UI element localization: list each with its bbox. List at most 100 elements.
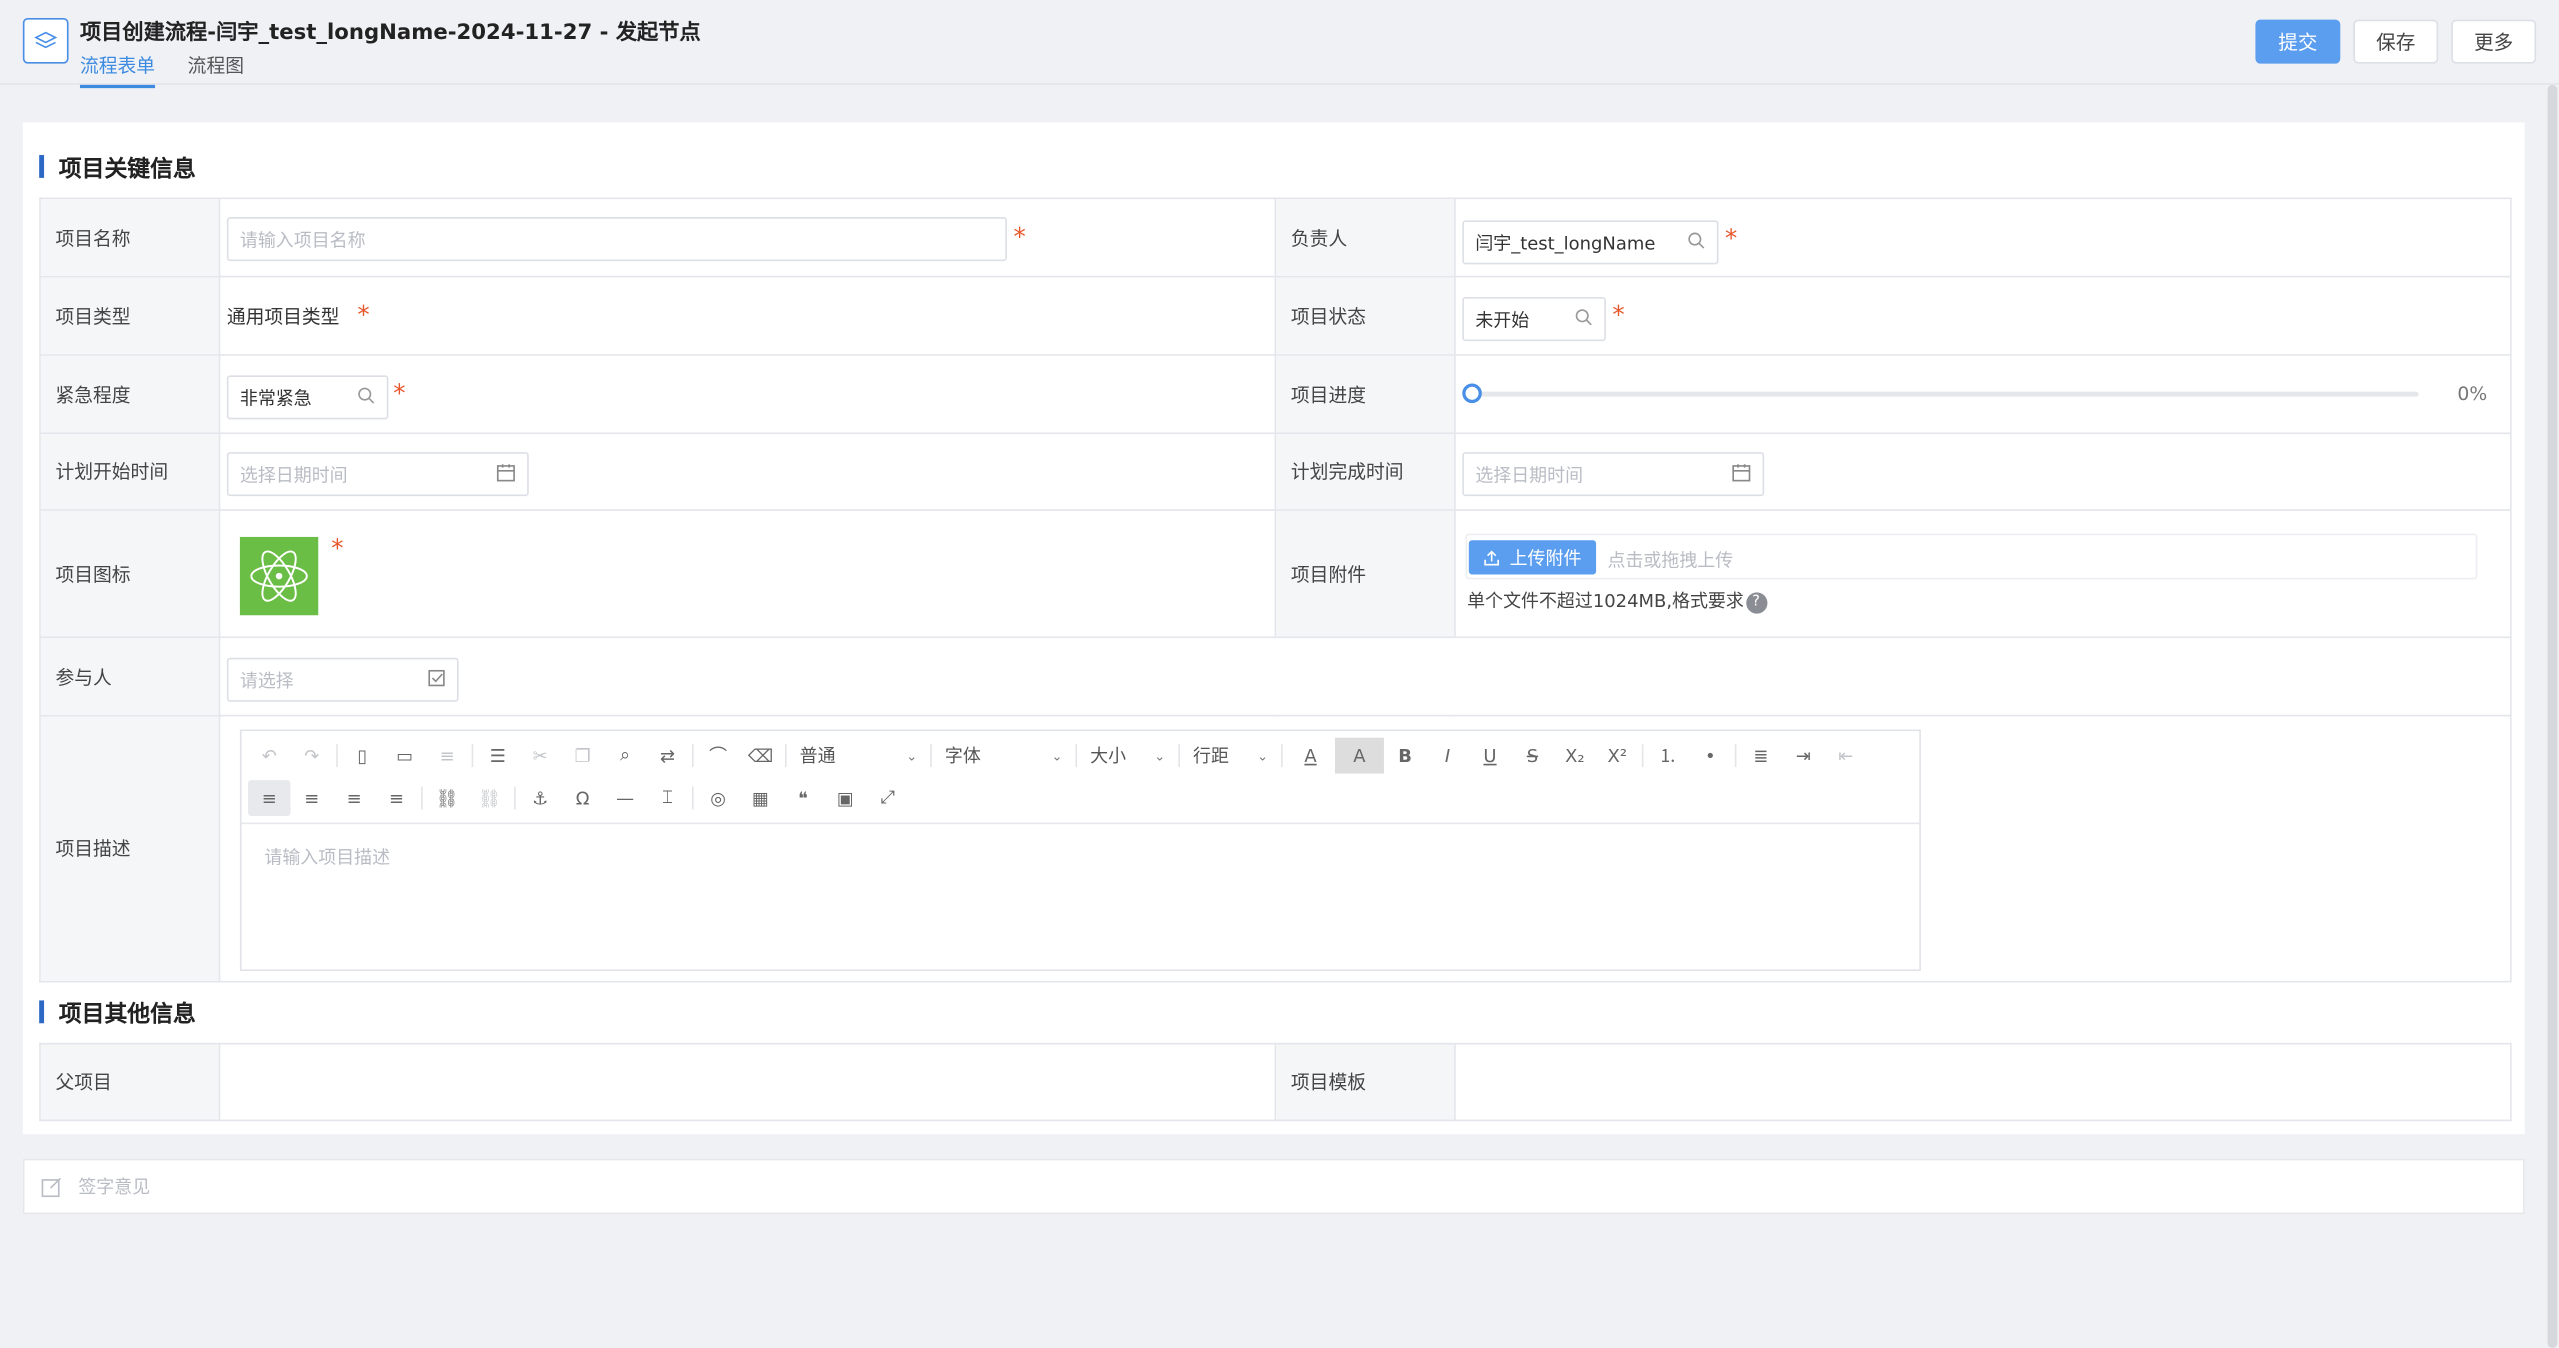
checklist-icon[interactable]: ☰ bbox=[477, 738, 519, 774]
urgency-select[interactable]: 非常紧急 bbox=[226, 375, 389, 420]
eraser-icon[interactable]: ⌫ bbox=[739, 738, 781, 774]
required-mark: * bbox=[1013, 221, 1026, 252]
underline-button[interactable]: U bbox=[1469, 738, 1511, 774]
plan-start-datepicker[interactable]: 选择日期时间 bbox=[226, 452, 529, 497]
field-label-parent: 父项目 bbox=[39, 1042, 221, 1122]
format-icon[interactable]: ≡ bbox=[426, 738, 468, 774]
bold-button[interactable]: B bbox=[1384, 738, 1426, 774]
italic-button[interactable]: I bbox=[1426, 738, 1468, 774]
calendar-icon[interactable] bbox=[1732, 462, 1752, 486]
bullet-list-icon[interactable]: • bbox=[1689, 738, 1731, 774]
status-value: 未开始 bbox=[1475, 309, 1530, 331]
project-template-field[interactable] bbox=[1454, 1042, 2512, 1122]
search-icon[interactable]: ⌕ bbox=[604, 738, 646, 774]
ordered-list-icon[interactable]: ⒈ bbox=[1647, 738, 1689, 774]
submit-button[interactable]: 提交 bbox=[2255, 19, 2341, 64]
field-label-description: 项目描述 bbox=[39, 714, 221, 983]
align-left-icon[interactable]: ≡ bbox=[248, 780, 291, 816]
link-icon[interactable]: ⛓ bbox=[426, 780, 468, 816]
status-select[interactable]: 未开始 bbox=[1462, 297, 1606, 342]
upload-drop-hint: 点击或拖拽上传 bbox=[1607, 549, 1734, 572]
progress-slider-track[interactable] bbox=[1472, 391, 2419, 397]
tab-flowchart[interactable]: 流程图 bbox=[188, 52, 244, 85]
image-icon[interactable]: ▣ bbox=[824, 780, 866, 816]
progress-slider-handle[interactable] bbox=[1462, 383, 1482, 404]
align-center-icon[interactable]: ≡ bbox=[290, 780, 332, 816]
field-label-urgency: 紧急程度 bbox=[39, 354, 221, 435]
text-color-button[interactable]: A bbox=[1286, 738, 1335, 774]
checklist-icon[interactable] bbox=[428, 668, 446, 691]
upload-limit-text: 单个文件不超过1024MB,格式要求 bbox=[1467, 590, 1744, 612]
field-label-plan-end: 计划完成时间 bbox=[1274, 432, 1456, 511]
page-break-icon[interactable]: ⌶ bbox=[646, 780, 688, 816]
edit-icon bbox=[41, 1176, 61, 1197]
size-select[interactable]: 大小 ⌄ bbox=[1080, 738, 1175, 774]
search-icon[interactable] bbox=[1687, 231, 1705, 254]
plan-end-placeholder: 选择日期时间 bbox=[1475, 464, 1584, 486]
unlink-icon[interactable]: ⛓ bbox=[468, 780, 510, 816]
fullscreen-icon[interactable]: ⤢ bbox=[867, 780, 909, 816]
redo-icon[interactable]: ↷ bbox=[290, 738, 332, 774]
participants-select[interactable]: 请选择 bbox=[226, 657, 459, 702]
atom-icon[interactable] bbox=[239, 536, 319, 616]
undo-icon[interactable]: ↶ bbox=[248, 738, 290, 774]
upload-attachment-button[interactable]: 上传附件 bbox=[1468, 540, 1597, 575]
size-value: 大小 bbox=[1090, 745, 1127, 768]
align-justify-icon[interactable]: ≣ bbox=[1740, 738, 1782, 774]
editor-content-area[interactable]: 请输入项目描述 bbox=[241, 822, 1920, 970]
plan-end-datepicker[interactable]: 选择日期时间 bbox=[1462, 452, 1765, 497]
chevron-down-icon: ⌄ bbox=[1051, 748, 1063, 763]
layers-icon[interactable] bbox=[22, 17, 69, 64]
more-button[interactable]: 更多 bbox=[2451, 19, 2537, 64]
quote-icon[interactable]: ❝ bbox=[782, 780, 824, 816]
replace-icon[interactable]: ⇄ bbox=[646, 738, 688, 774]
anchor-icon[interactable]: ⚓ bbox=[519, 780, 561, 816]
participants-placeholder: 请选择 bbox=[239, 669, 294, 692]
copy-icon[interactable]: ❐ bbox=[561, 738, 603, 774]
field-label-participants: 参与人 bbox=[39, 636, 221, 717]
field-label-progress: 项目进度 bbox=[1274, 354, 1456, 435]
special-char-icon[interactable]: Ω bbox=[561, 780, 603, 816]
search-icon[interactable] bbox=[357, 386, 375, 409]
table-icon[interactable]: ▦ bbox=[739, 780, 781, 816]
tab-form[interactable]: 流程表单 bbox=[79, 52, 156, 89]
line-height-select[interactable]: 行距 ⌄ bbox=[1183, 738, 1278, 774]
align-full-icon[interactable]: ≡ bbox=[375, 780, 417, 816]
paragraph-select[interactable]: 普通 ⌄ bbox=[790, 738, 927, 774]
field-label-name: 项目名称 bbox=[39, 197, 221, 278]
save-button[interactable]: 保存 bbox=[2353, 19, 2439, 64]
superscript-button[interactable]: X² bbox=[1596, 738, 1638, 774]
format-painter-icon[interactable]: ⌒ bbox=[697, 738, 739, 774]
owner-select[interactable]: 闫宇_test_longName bbox=[1462, 220, 1719, 265]
strikethrough-button[interactable]: S bbox=[1511, 738, 1553, 774]
form-card: 项目关键信息 项目名称 请输入项目名称 * 负责人 闫宇_test_longNa… bbox=[22, 122, 2525, 1135]
horizontal-rule-icon[interactable]: — bbox=[604, 780, 646, 816]
paragraph-value: 普通 bbox=[799, 745, 836, 768]
calendar-icon[interactable] bbox=[496, 462, 516, 486]
key-info-table: 项目名称 请输入项目名称 * 负责人 闫宇_test_longName * 项目… bbox=[39, 197, 2512, 983]
template-icon[interactable]: ▭ bbox=[384, 738, 426, 774]
search-icon[interactable] bbox=[1575, 308, 1593, 331]
align-right-icon[interactable]: ≡ bbox=[333, 780, 375, 816]
owner-value: 闫宇_test_longName bbox=[1475, 232, 1656, 254]
cut-icon[interactable]: ✂ bbox=[519, 738, 561, 774]
parent-project-field[interactable] bbox=[218, 1042, 1277, 1122]
signature-opinion-label: 签字意见 bbox=[78, 1176, 151, 1198]
outdent-icon[interactable]: ⇤ bbox=[1825, 738, 1867, 774]
scrollbar-thumb[interactable] bbox=[2547, 84, 2558, 1348]
help-icon[interactable]: ? bbox=[1745, 591, 1767, 613]
font-select[interactable]: 字体 ⌄ bbox=[935, 738, 1072, 774]
vertical-scrollbar[interactable] bbox=[2545, 84, 2559, 1348]
emoji-icon[interactable]: ◎ bbox=[697, 780, 739, 816]
line-height-value: 行距 bbox=[1192, 745, 1229, 768]
chevron-down-icon: ⌄ bbox=[1257, 748, 1269, 763]
upload-dropzone[interactable]: 点击或拖拽上传 bbox=[1465, 533, 2478, 580]
project-name-input[interactable]: 请输入项目名称 bbox=[226, 217, 1007, 262]
document-icon[interactable]: ▯ bbox=[341, 738, 383, 774]
editor-placeholder: 请输入项目描述 bbox=[264, 847, 391, 869]
signature-opinion-bar[interactable]: 签字意见 bbox=[22, 1158, 2525, 1215]
subscript-button[interactable]: X₂ bbox=[1554, 738, 1596, 774]
background-color-button[interactable]: A bbox=[1334, 737, 1384, 774]
indent-icon[interactable]: ⇥ bbox=[1782, 738, 1824, 774]
section-title-other-info: 项目其他信息 bbox=[39, 997, 196, 1030]
